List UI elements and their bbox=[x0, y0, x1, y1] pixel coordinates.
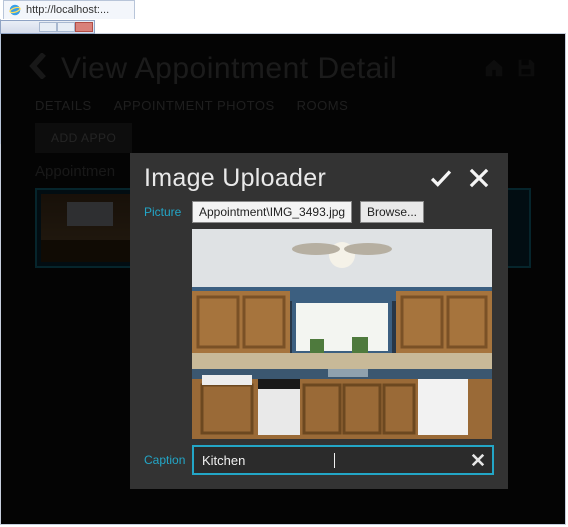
modal-header: Image Uploader bbox=[144, 163, 494, 193]
browser-tab[interactable]: http://localhost:... bbox=[3, 0, 135, 19]
caption-label: Caption bbox=[144, 453, 184, 467]
window-titlebar bbox=[0, 20, 95, 34]
frame-edge bbox=[0, 19, 1, 144]
confirm-button[interactable] bbox=[426, 163, 456, 193]
caption-row: Caption Kitchen bbox=[144, 445, 494, 475]
close-button[interactable] bbox=[464, 163, 494, 193]
picture-path-input[interactable] bbox=[192, 201, 352, 223]
ie-icon bbox=[8, 3, 22, 17]
window-close[interactable] bbox=[75, 22, 93, 32]
picture-label: Picture bbox=[144, 205, 184, 219]
window-maximize[interactable] bbox=[57, 22, 75, 32]
text-caret bbox=[334, 453, 335, 468]
clear-caption-button[interactable] bbox=[468, 450, 488, 470]
caption-input-wrap[interactable]: Kitchen bbox=[192, 445, 494, 475]
image-preview bbox=[192, 229, 492, 439]
browse-button[interactable]: Browse... bbox=[360, 201, 424, 223]
image-uploader-modal: Image Uploader Picture Browse... bbox=[130, 153, 508, 489]
browser-url: http://localhost:... bbox=[26, 4, 109, 16]
window-minimize[interactable] bbox=[39, 22, 57, 32]
caption-input[interactable]: Kitchen bbox=[202, 453, 335, 468]
picture-row: Picture Browse... bbox=[144, 201, 494, 223]
modal-title: Image Uploader bbox=[144, 164, 418, 193]
